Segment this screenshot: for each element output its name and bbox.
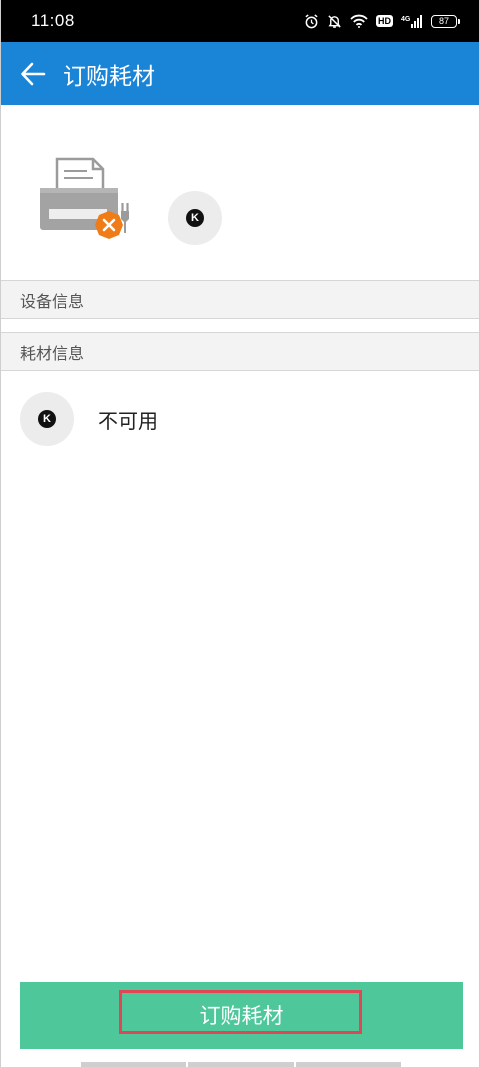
navigation-hint (81, 1062, 401, 1067)
status-time: 11:08 (31, 11, 75, 30)
status-bar: 11:08 HD 4G 87 (1, 0, 479, 42)
supply-status: 不可用 (98, 409, 158, 433)
ink-black-icon: K (38, 410, 56, 428)
status-icons: HD 4G 87 (304, 13, 460, 29)
section-device-info[interactable]: 设备信息 (1, 280, 479, 319)
ink-black-icon: K (186, 209, 204, 227)
section-supply-info-label: 耗材信息 (20, 343, 85, 363)
printer-error-icon (40, 157, 129, 239)
section-device-info-label: 设备信息 (20, 291, 85, 311)
back-button[interactable] (1, 42, 65, 105)
supply-row: K (1, 392, 479, 446)
mute-icon (328, 14, 341, 28)
wifi-icon (350, 14, 368, 28)
signal-icon: 4G (401, 14, 422, 28)
arrow-left-icon (21, 62, 46, 85)
supply-ink-chip: K (20, 392, 74, 446)
svg-text:4G: 4G (401, 16, 411, 23)
battery-icon: 87 (431, 14, 460, 28)
page-title: 订购耗材 (63, 63, 155, 90)
order-supplies-label: 订购耗材 (199, 1003, 284, 1028)
alarm-icon (305, 13, 318, 28)
screen: 11:08 HD 4G 87 订购耗材 K 设备信息 耗材信息 K 不可用 订购… (0, 0, 480, 1067)
section-supply-info: 耗材信息 (1, 332, 479, 371)
app-bar: 订购耗材 (1, 42, 479, 105)
order-supplies-button[interactable]: 订购耗材 (20, 982, 463, 1049)
printer-status-area: K (1, 105, 479, 280)
hd-icon: HD (376, 15, 393, 27)
ink-cartridge-chip: K (168, 191, 222, 245)
